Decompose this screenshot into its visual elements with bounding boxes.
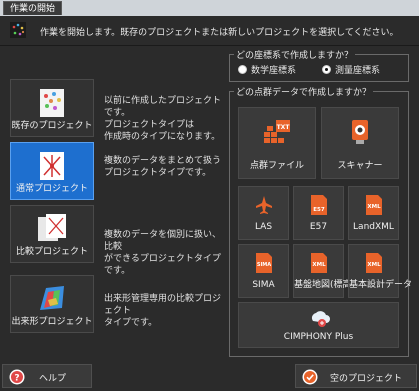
radio-math-coord[interactable]: 数学座標系	[238, 63, 296, 76]
compare-project-icon	[38, 214, 66, 241]
coord-system-title: どの座標系で作成しますか？	[234, 48, 356, 61]
help-icon: ?	[9, 369, 25, 385]
radio-survey-coord[interactable]: 測量座標系	[322, 63, 380, 76]
landxml-badge: XML	[367, 204, 381, 210]
help-label: ヘルプ	[39, 374, 67, 384]
existing-project-label: 既存のプロジェクト	[11, 121, 93, 131]
radio-survey-dot	[322, 65, 331, 74]
cimphony-plus-label: CIMPHONY Plus	[283, 332, 354, 342]
existing-project-desc: 以前に作成したプロジェクトです。 プロジェクトタイプは 作成時のタイプになります。	[104, 96, 222, 142]
svg-text:?: ?	[14, 374, 19, 384]
divider	[0, 45, 419, 46]
pointcloud-file-label: 点群ファイル	[249, 161, 304, 171]
e57-file-icon: E57	[310, 195, 327, 215]
e57-button[interactable]: E57 E57	[293, 186, 344, 240]
dekigata-project-button[interactable]: 出来形プロジェクト	[10, 275, 94, 333]
txt-badge: TXT	[277, 124, 291, 131]
basic-design-data-button[interactable]: XML 基本設計データ	[348, 244, 413, 298]
existing-project-icon	[40, 89, 64, 117]
landxml-file-icon: XML	[365, 195, 382, 215]
basic-design-data-label: 基本設計データ	[349, 280, 413, 290]
pointcloud-title: どの点群データで作成しますか？	[234, 85, 374, 98]
las-button[interactable]: LAS	[238, 186, 289, 240]
base-map-elevation-label: 基盤地図(標高)	[294, 280, 356, 290]
txt-file-icon: TXT	[264, 120, 291, 143]
normal-project-desc: 複数のデータをまとめて扱う プロジェクトタイプです。	[104, 156, 222, 178]
empty-project-label: 空のプロジェクト	[330, 374, 403, 384]
compare-project-button[interactable]: 比較プロジェクト	[10, 205, 94, 263]
sima-file-icon: SIMA	[255, 253, 272, 273]
radio-math-dot	[238, 65, 247, 74]
landxml-label: LandXML	[353, 222, 394, 232]
normal-project-icon	[40, 152, 64, 180]
e57-label: E57	[309, 222, 328, 232]
checkmark-icon	[302, 369, 318, 385]
normal-project-label: 通常プロジェクト	[15, 184, 88, 194]
hint-text: 作業を開始します。既存のプロジェクトまたは新しいプロジェクトを選択してください。	[40, 28, 399, 38]
scanner-button[interactable]: スキャナー	[321, 107, 399, 179]
coord-system-group: どの座標系で作成しますか？ 数学座標系 測量座標系	[229, 48, 409, 82]
scanner-icon	[352, 120, 368, 144]
basic-design-xml-icon: XML	[365, 253, 382, 273]
compare-project-desc: 複数のデータを個別に扱い、比較 ができるプロジェクトタイプです。	[104, 230, 222, 276]
cimphony-icon	[311, 311, 330, 327]
dekigata-project-desc: 出来形管理専用の比較プロジェクト タイプです。	[104, 294, 222, 328]
existing-project-button[interactable]: 既存のプロジェクト	[10, 79, 94, 137]
dekigata-project-label: 出来形プロジェクト	[11, 317, 93, 327]
basic-design-badge: XML	[367, 262, 381, 268]
scanner-label: スキャナー	[337, 161, 383, 171]
e57-badge: E57	[313, 207, 325, 213]
normal-project-button[interactable]: 通常プロジェクト	[10, 142, 94, 200]
sima-label: SIMA	[252, 280, 275, 290]
airplane-icon	[255, 196, 272, 214]
radio-survey-label: 測量座標系	[335, 66, 381, 76]
cimphony-plus-button[interactable]: CIMPHONY Plus	[238, 302, 399, 348]
empty-project-button[interactable]: 空のプロジェクト	[295, 364, 417, 388]
pointcloud-file-button[interactable]: TXT 点群ファイル	[238, 107, 316, 179]
sima-button[interactable]: SIMA SIMA	[238, 244, 289, 298]
landxml-button[interactable]: XML LandXML	[348, 186, 399, 240]
base-map-xml-icon: XML	[310, 253, 327, 273]
help-button[interactable]: ? ヘルプ	[2, 364, 92, 388]
dekigata-project-icon	[40, 286, 64, 310]
window-title: 作業の開始	[3, 1, 63, 15]
base-map-badge: XML	[312, 262, 326, 268]
title-bar: 作業の開始	[0, 0, 419, 16]
app-icon	[10, 22, 26, 38]
compare-project-label: 比較プロジェクト	[15, 247, 88, 257]
radio-math-label: 数学座標系	[251, 66, 297, 76]
sima-badge: SIMA	[256, 262, 270, 268]
las-label: LAS	[254, 222, 273, 232]
base-map-elevation-button[interactable]: XML 基盤地図(標高)	[293, 244, 356, 298]
